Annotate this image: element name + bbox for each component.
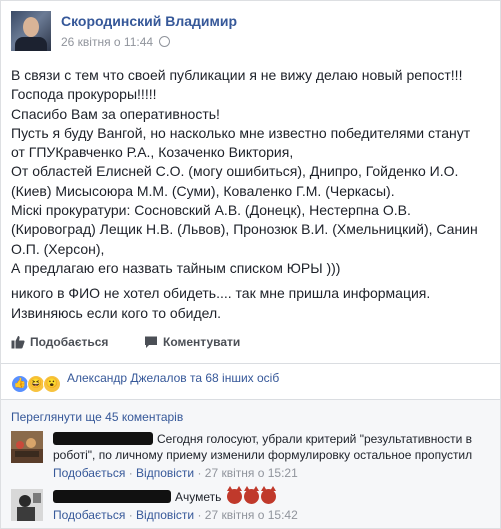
post-card: Скородинский Владимир 26 квітня о 11:44 … (0, 0, 501, 529)
devil-emoji-icon (243, 486, 259, 504)
like-button[interactable]: Подобається (11, 335, 108, 349)
commenter-avatar[interactable] (11, 489, 43, 521)
author-avatar[interactable] (11, 11, 51, 51)
comment-meta: Подобається · Відповісти · 27 квітня о 1… (53, 466, 298, 480)
comment-reply-link[interactable]: Відповісти (136, 508, 194, 522)
globe-icon (159, 36, 171, 47)
comment-body: Сегодня голосуют, убрали критерий "резул… (53, 431, 496, 481)
avatar-face (23, 17, 39, 37)
post-line: Господа прокуроры!!!!! (11, 86, 157, 103)
comment-reply-link[interactable]: Відповісти (136, 466, 194, 480)
post-line: Пусть я буду Вангой, но насколько мне из… (11, 124, 471, 141)
wow-icon: 😮 (43, 375, 61, 393)
view-more-comments-link[interactable]: Переглянути ще 45 коментарів (11, 410, 183, 424)
comment-like-link[interactable]: Подобається (53, 466, 125, 480)
comment-time[interactable]: 27 квітня о 15:21 (205, 466, 298, 480)
commenter-avatar-image (11, 489, 43, 521)
commenter-avatar[interactable] (11, 431, 43, 463)
post-line: О.П. (Херсон), (11, 240, 105, 257)
devil-emoji-icon (260, 486, 276, 504)
divider (1, 363, 500, 364)
post-body: В связи с тем что своей публикации я не … (11, 66, 496, 323)
like-button-label[interactable]: Подобається (30, 335, 108, 349)
post-timestamp[interactable]: 26 квітня о 11:44 (61, 35, 171, 49)
reactions-summary[interactable]: 👍 😆 😮 Александр Джелалов та 68 інших осіб (11, 371, 279, 393)
comment-like-link[interactable]: Подобається (53, 508, 125, 522)
post-line: (Кировоград) Лещик Н.В. (Львов), Пронозю… (11, 221, 478, 238)
post-line: никого в ФИО не хотел обидеть.... так мн… (11, 285, 431, 302)
post-line: (Киев) Мисысоюра М.М. (Суми), Коваленко … (11, 182, 395, 199)
post-timestamp-text[interactable]: 26 квітня о 11:44 (61, 35, 153, 49)
commenter-name-redacted[interactable] (53, 432, 153, 445)
post-line: Міскі прокуратури: Сосновский А.В. (Доне… (11, 202, 411, 219)
commenter-name-redacted[interactable] (53, 490, 171, 503)
post-line: Спасибо Вам за оперативность! (11, 105, 220, 122)
comment-meta: Подобається · Відповісти · 27 квітня о 1… (53, 508, 298, 522)
comment-body: Ачуметь Подобається · Відповісти · 27 кв… (53, 486, 496, 523)
comment-time[interactable]: 27 квітня о 15:42 (205, 508, 298, 522)
author-name[interactable]: Скородинский Владимир (61, 13, 237, 29)
commenter-avatar-image (11, 431, 43, 463)
post-line: от ГПУКравченко Р.А., Козаченко Виктория… (11, 144, 294, 161)
comments-section: Переглянути ще 45 коментарів Сегодня гол… (1, 400, 500, 528)
reactions-names[interactable]: Александр Джелалов та 68 інших осіб (67, 371, 279, 385)
comment-button[interactable]: Коментувати (144, 335, 240, 349)
post-line: А предлагаю его назвать тайным списком Ю… (11, 259, 341, 276)
post-line: От областей Елисней С.О. (могу ошибиться… (11, 163, 459, 180)
post-line: Извиняюсь если кого то обидел. (11, 304, 222, 321)
comment-bubble-icon (145, 336, 157, 348)
avatar-suit (15, 37, 47, 51)
comment-button-label[interactable]: Коментувати (163, 335, 240, 349)
thumbs-up-icon (11, 336, 25, 349)
comment-text: Ачуметь (175, 490, 222, 504)
post-line: В связи с тем что своей публикации я не … (11, 67, 463, 83)
devil-emoji-icon (226, 486, 242, 504)
